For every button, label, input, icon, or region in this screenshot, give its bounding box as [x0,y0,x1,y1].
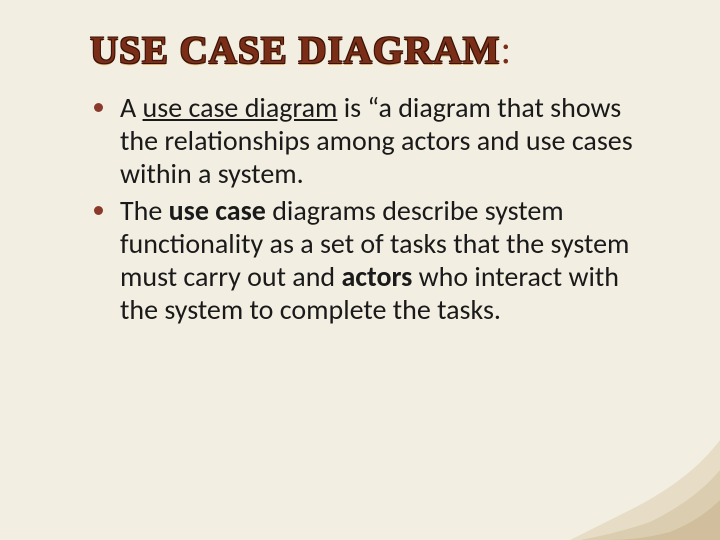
list-item: A use case diagram is “a diagram that sh… [120,91,660,190]
text: The [120,193,169,228]
corner-ornament-icon [570,430,720,540]
bold-term: actors [341,259,412,294]
title-colon: : [500,29,512,72]
list-item: The use case diagrams describe system fu… [120,194,660,326]
slide-title: use case diagram: [90,28,660,73]
title-text: use case diagram [90,29,500,72]
bullet-list: A use case diagram is “a diagram that sh… [90,91,660,326]
text: A [120,90,143,125]
slide: use case diagram: A use case diagram is … [0,0,720,540]
bold-term: use case [169,193,266,228]
underlined-term: use case diagram [143,90,338,125]
